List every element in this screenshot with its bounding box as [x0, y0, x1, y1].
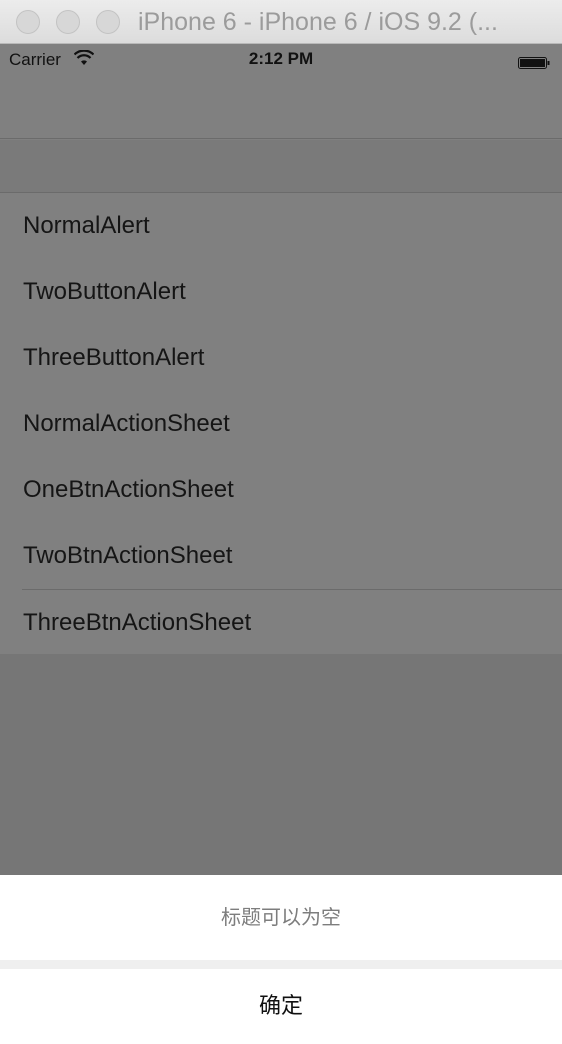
list-item-label: OneBtnActionSheet [23, 476, 234, 503]
action-sheet-divider [0, 960, 562, 969]
navigation-bar [0, 76, 562, 139]
close-window-button[interactable] [16, 10, 40, 34]
ios-screen: Carrier 2:12 PM NormalAlert TwoButtonAle… [0, 44, 562, 1044]
battery-full-icon [518, 54, 550, 69]
list-item-label: NormalActionSheet [23, 410, 230, 437]
list-item[interactable]: TwoButtonAlert [0, 259, 562, 325]
zoom-window-button[interactable] [96, 10, 120, 34]
window-titlebar: iPhone 6 - iPhone 6 / iOS 9.2 (... [0, 0, 562, 44]
list-item[interactable]: TwoBtnActionSheet [0, 523, 562, 589]
minimize-window-button[interactable] [56, 10, 80, 34]
action-sheet-title: 标题可以为空 [0, 875, 562, 960]
list-item[interactable]: NormalAlert [0, 193, 562, 259]
status-time: 2:12 PM [248, 49, 314, 68]
list-item-label: TwoBtnActionSheet [23, 542, 233, 569]
dim-overlay[interactable] [0, 654, 562, 875]
action-sheet: 标题可以为空 确定 [0, 875, 562, 1044]
list-item[interactable]: ThreeButtonAlert [0, 325, 562, 391]
list-item[interactable]: OneBtnActionSheet [0, 457, 562, 523]
demo-list: NormalAlert TwoButtonAlert ThreeButtonAl… [0, 193, 562, 656]
confirm-button[interactable]: 确定 [0, 969, 562, 1044]
list-item-label: ThreeButtonAlert [23, 344, 205, 371]
list-item-label: TwoButtonAlert [23, 278, 186, 305]
list-item[interactable]: ThreeBtnActionSheet [22, 589, 562, 655]
window-title: iPhone 6 - iPhone 6 / iOS 9.2 (... [138, 8, 498, 36]
status-bar: Carrier 2:12 PM [0, 44, 562, 76]
list-item-label: ThreeBtnActionSheet [23, 609, 252, 636]
simulator-window: iPhone 6 - iPhone 6 / iOS 9.2 (... Carri… [0, 0, 562, 1044]
list-item-label: NormalAlert [23, 212, 150, 239]
table-section-header [0, 140, 562, 193]
list-item[interactable]: NormalActionSheet [0, 391, 562, 457]
